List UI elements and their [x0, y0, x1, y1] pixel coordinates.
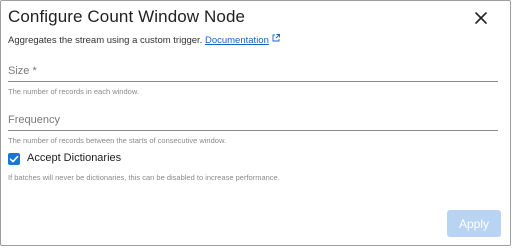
- check-icon: [9, 155, 19, 163]
- frequency-hint: The number of records between the starts…: [8, 136, 227, 145]
- description-text: Aggregates the stream using a custom tri…: [8, 35, 203, 46]
- documentation-link-label: Documentation: [204, 35, 269, 46]
- frequency-input-underline: [8, 130, 498, 131]
- dialog-description: Aggregates the stream using a custom tri…: [8, 34, 280, 46]
- size-hint: The number of records in each window.: [8, 87, 139, 96]
- frequency-input[interactable]: [8, 110, 498, 130]
- accept-dictionaries-hint: If batches will never be dictionaries, t…: [8, 173, 280, 182]
- size-input-underline: [8, 81, 498, 82]
- dialog-title: Configure Count Window Node: [8, 7, 246, 26]
- accept-dictionaries-checkbox[interactable]: [8, 153, 20, 165]
- size-input[interactable]: [8, 61, 498, 81]
- configure-dialog: Configure Count Window Node Aggregates t…: [0, 0, 511, 246]
- external-link-icon: [272, 34, 280, 45]
- accept-dictionaries-label[interactable]: Accept Dictionaries: [27, 152, 121, 164]
- documentation-link[interactable]: Documentation: [205, 35, 269, 46]
- close-button[interactable]: [471, 8, 491, 28]
- close-icon: [475, 12, 487, 24]
- apply-button[interactable]: Apply: [447, 210, 501, 237]
